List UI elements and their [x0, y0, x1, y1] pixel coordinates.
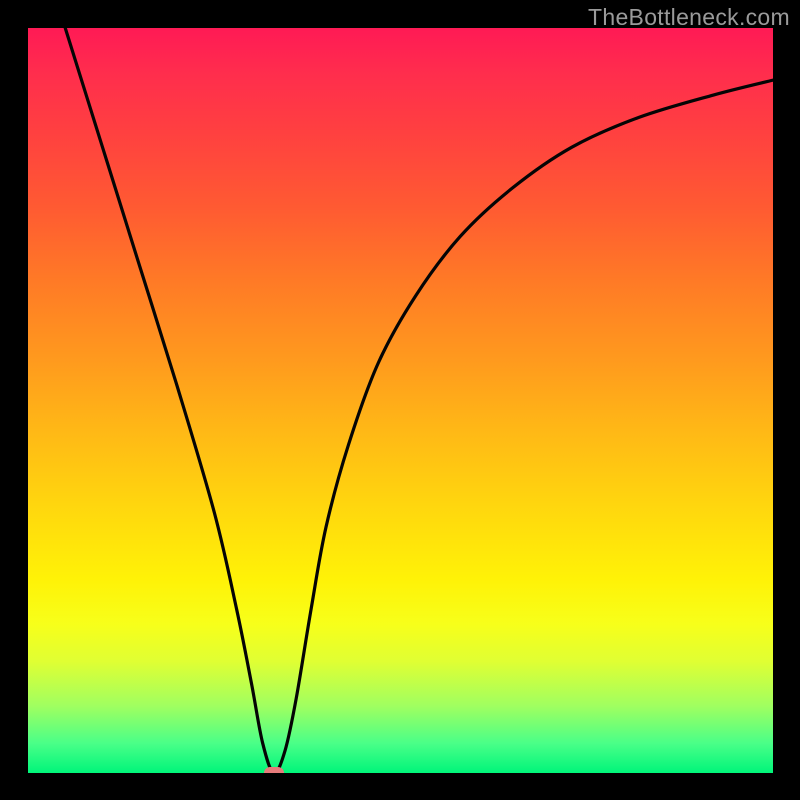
curve-layer — [28, 28, 773, 773]
watermark-text: TheBottleneck.com — [588, 4, 790, 31]
optimal-marker — [264, 767, 284, 773]
chart-frame: TheBottleneck.com — [0, 0, 800, 800]
bottleneck-curve — [65, 28, 773, 773]
plot-area — [28, 28, 773, 773]
